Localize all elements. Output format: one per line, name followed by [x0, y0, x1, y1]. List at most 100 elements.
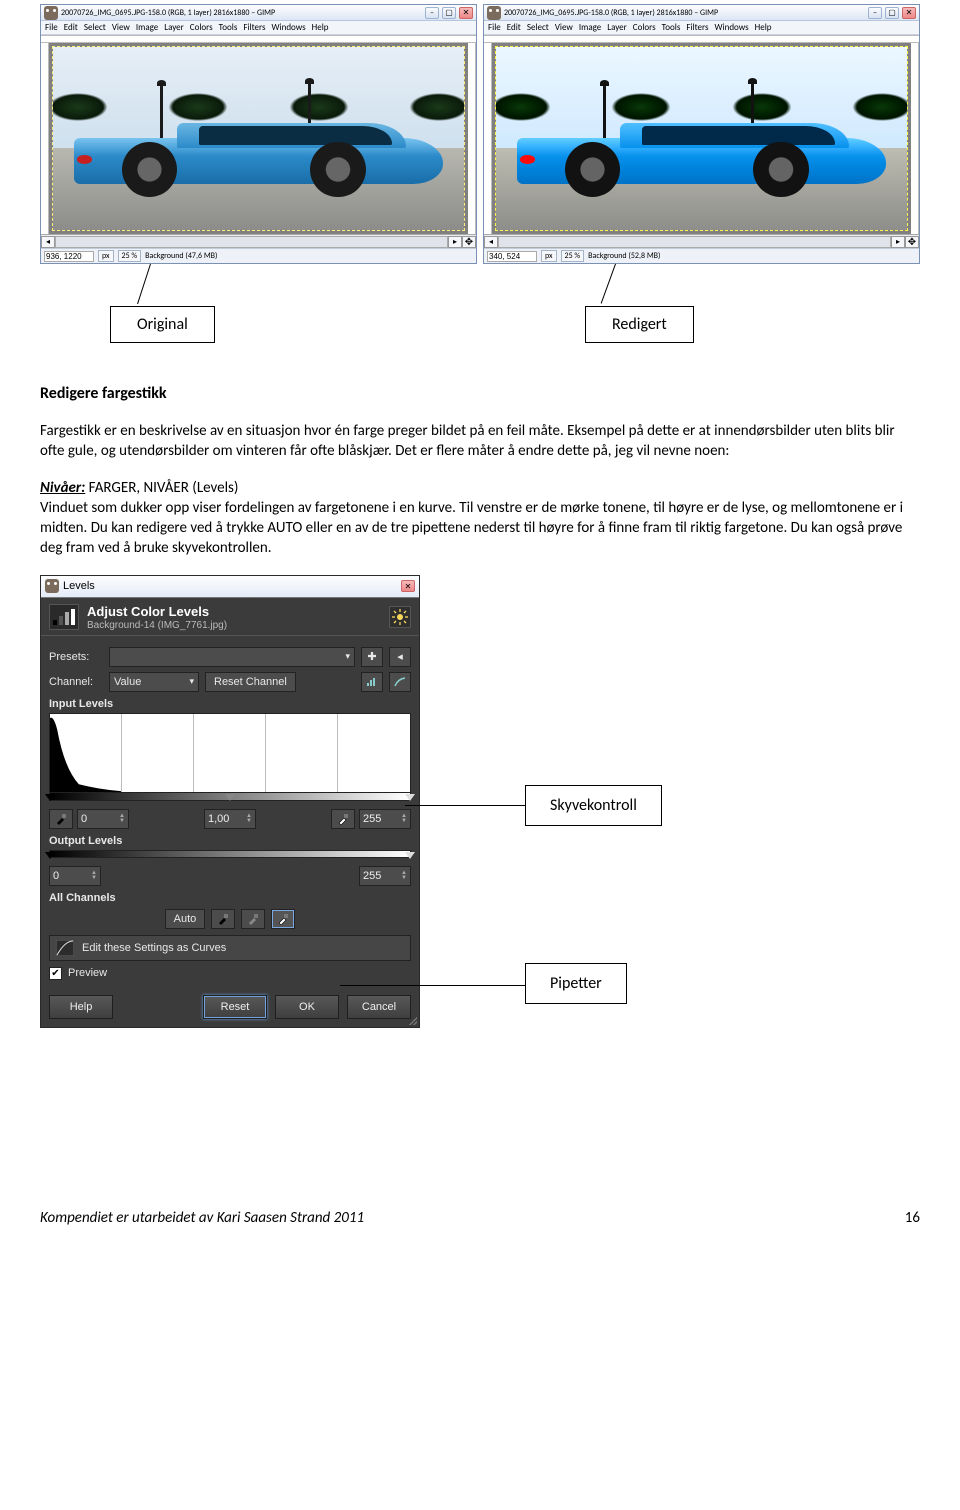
menu-view[interactable]: View — [555, 22, 573, 33]
status-layer: Background (47,6 MB) — [145, 251, 217, 261]
slider-out-black-icon[interactable] — [45, 852, 55, 859]
histogram-linear-icon[interactable] — [361, 672, 383, 692]
eyedropper-black-icon[interactable] — [49, 809, 73, 829]
menu-file[interactable]: File — [45, 22, 58, 33]
scrollbar-horizontal[interactable]: ◂ ▸ ✥ — [41, 234, 476, 248]
add-preset-button[interactable]: ✚ — [361, 647, 383, 667]
reset-channel-button[interactable]: Reset Channel — [205, 672, 296, 692]
menu-filters[interactable]: Filters — [686, 22, 708, 33]
zoom-selector[interactable]: 25 % — [561, 250, 585, 262]
all-channels-label: All Channels — [49, 892, 411, 904]
edit-as-curves-button[interactable]: Edit these Settings as Curves — [49, 935, 411, 961]
menu-help[interactable]: Help — [312, 22, 329, 33]
status-layer: Background (52,8 MB) — [588, 251, 660, 261]
input-low-spinner[interactable]: 0▲▼ — [77, 809, 129, 829]
pick-gray-icon[interactable] — [241, 909, 265, 929]
annotation-skyvekontroll: Skyvekontroll — [525, 785, 662, 826]
canvas[interactable] — [49, 43, 468, 234]
channel-label: Channel: — [49, 676, 103, 688]
minimize-button[interactable]: – — [868, 7, 882, 19]
annotation-pipetter: Pipetter — [525, 963, 627, 1004]
channel-dropdown[interactable]: Value▾ — [109, 672, 199, 692]
menu-layer[interactable]: Layer — [607, 22, 627, 33]
menu-tools[interactable]: Tools — [219, 22, 238, 33]
output-gradient[interactable] — [49, 850, 411, 858]
maximize-button[interactable]: ▢ — [442, 7, 456, 19]
preview-checkbox[interactable]: ✔ — [49, 967, 62, 980]
ok-button[interactable]: OK — [275, 995, 339, 1019]
resize-grip-icon[interactable] — [407, 1015, 417, 1025]
close-button[interactable]: ✕ — [902, 7, 916, 19]
zoom-selector[interactable]: 25 % — [118, 250, 142, 262]
output-high-spinner[interactable]: 255▲▼ — [359, 866, 411, 886]
scrollbar-vertical[interactable] — [468, 43, 476, 234]
dialog-heading: Adjust Color Levels — [87, 604, 209, 619]
menu-view[interactable]: View — [112, 22, 130, 33]
menu-select[interactable]: Select — [84, 22, 106, 33]
close-button[interactable]: ✕ — [401, 580, 415, 592]
menu-filters[interactable]: Filters — [243, 22, 265, 33]
scrollbar-vertical[interactable] — [911, 43, 919, 234]
minimize-button[interactable]: – — [425, 7, 439, 19]
help-button[interactable]: Help — [49, 995, 113, 1019]
pointer-coords — [44, 251, 94, 262]
gimp-icon — [45, 579, 59, 593]
ruler-vertical — [41, 43, 49, 234]
menu-layer[interactable]: Layer — [164, 22, 184, 33]
annotation-line — [405, 805, 525, 806]
unit-selector[interactable]: px — [541, 250, 557, 262]
section-heading: Redigere fargestikk — [40, 384, 920, 403]
preview-label: Preview — [68, 967, 107, 979]
paragraph-nivaaer: Nivåer: FARGER, NIVÅER (Levels) Vinduet … — [40, 478, 920, 559]
slider-black-icon[interactable] — [45, 794, 55, 801]
slider-gamma-icon[interactable] — [225, 794, 235, 801]
menu-edit[interactable]: Edit — [64, 22, 78, 33]
pick-white-icon[interactable] — [271, 909, 295, 929]
unit-selector[interactable]: px — [98, 250, 114, 262]
gimp-window-edited: 20070726_IMG_0695.JPG-158.0 (RGB, 1 laye… — [483, 4, 920, 264]
input-high-spinner[interactable]: 255▲▼ — [359, 809, 411, 829]
auto-button[interactable]: Auto — [165, 909, 206, 929]
slider-white-icon[interactable] — [405, 794, 415, 801]
ruler-horizontal — [41, 35, 476, 43]
gimp-menubar: File Edit Select View Image Layer Colors… — [41, 21, 476, 35]
menu-colors[interactable]: Colors — [190, 22, 213, 33]
scroll-left-icon[interactable]: ◂ — [41, 236, 55, 248]
edit-as-curves-label: Edit these Settings as Curves — [82, 942, 226, 954]
presets-dropdown[interactable]: ▾ — [109, 647, 355, 667]
menu-image[interactable]: Image — [579, 22, 601, 33]
zoom-handle-icon[interactable]: ✥ — [462, 236, 476, 248]
menu-windows[interactable]: Windows — [272, 22, 306, 33]
menu-image[interactable]: Image — [136, 22, 158, 33]
cancel-button[interactable]: Cancel — [347, 995, 411, 1019]
menu-file[interactable]: File — [488, 22, 501, 33]
input-gradient[interactable] — [49, 793, 411, 801]
scroll-right-icon[interactable]: ▸ — [891, 236, 905, 248]
reset-button[interactable]: Reset — [203, 995, 267, 1019]
output-low-spinner[interactable]: 0▲▼ — [49, 866, 101, 886]
menu-help[interactable]: Help — [755, 22, 772, 33]
menu-edit[interactable]: Edit — [507, 22, 521, 33]
scroll-right-icon[interactable]: ▸ — [448, 236, 462, 248]
label-original: Original — [110, 306, 215, 343]
pick-black-icon[interactable] — [211, 909, 235, 929]
maximize-button[interactable]: ▢ — [885, 7, 899, 19]
preset-menu-button[interactable]: ◂ — [389, 647, 411, 667]
zoom-handle-icon[interactable]: ✥ — [905, 236, 919, 248]
scrollbar-horizontal[interactable]: ◂ ▸ ✥ — [484, 234, 919, 248]
histogram-log-icon[interactable] — [389, 672, 411, 692]
scroll-left-icon[interactable]: ◂ — [484, 236, 498, 248]
menu-tools[interactable]: Tools — [662, 22, 681, 33]
input-gamma-value: 1,00 — [208, 813, 229, 825]
slider-out-white-icon[interactable] — [405, 852, 415, 859]
canvas[interactable] — [492, 43, 911, 234]
eyedropper-white-icon[interactable] — [331, 809, 355, 829]
gimp-window-original: 20070726_IMG_0695.JPG-158.0 (RGB, 1 laye… — [40, 4, 477, 264]
close-button[interactable]: ✕ — [459, 7, 473, 19]
annotation-line — [340, 985, 525, 986]
input-gamma-spinner[interactable]: 1,00▲▼ — [204, 809, 256, 829]
callout-line — [137, 264, 151, 304]
menu-colors[interactable]: Colors — [633, 22, 656, 33]
menu-select[interactable]: Select — [527, 22, 549, 33]
menu-windows[interactable]: Windows — [715, 22, 749, 33]
